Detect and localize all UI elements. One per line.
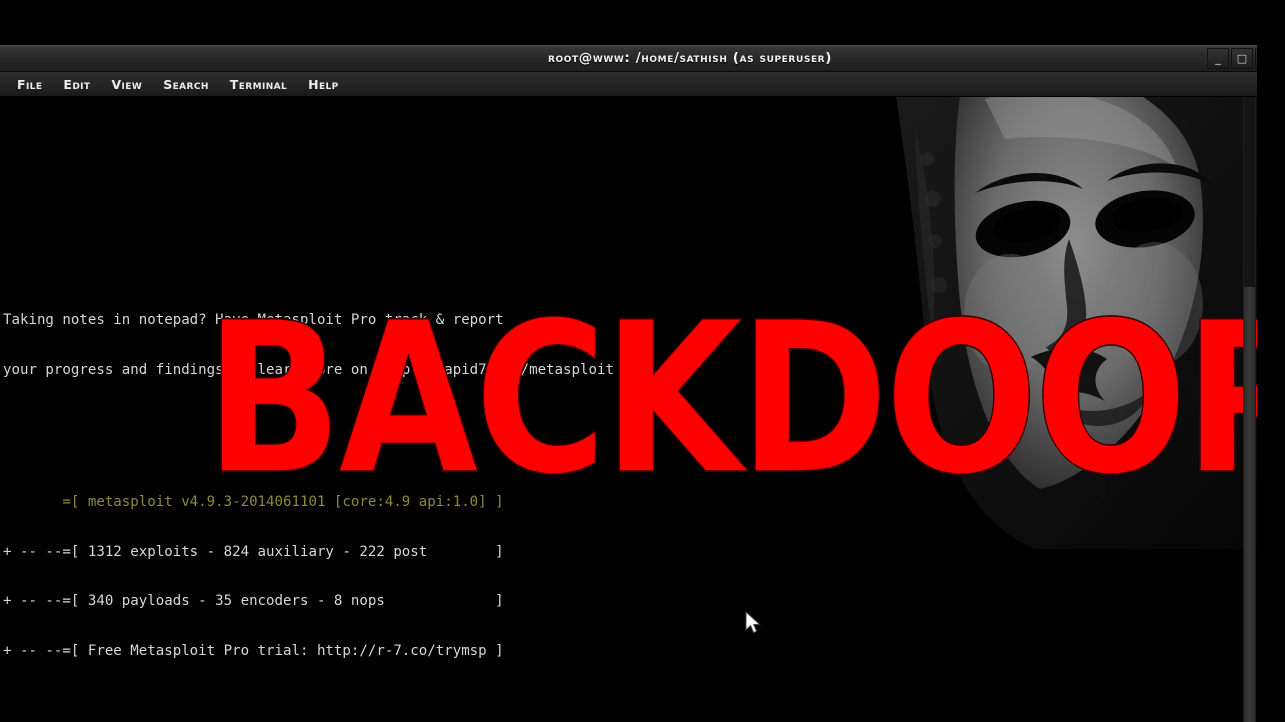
menu-item-file[interactable]: File xyxy=(8,75,51,94)
menu-item-help[interactable]: Help xyxy=(299,75,348,94)
backdoor-overlay-text: BACKDOOR xyxy=(205,277,1285,521)
banner-payloads: + -- --=[ 340 payloads - 35 encoders - 8… xyxy=(3,593,504,610)
menu-item-view[interactable]: View xyxy=(102,75,151,94)
menu-item-search[interactable]: Search xyxy=(154,75,218,94)
terminal-window: root@www: /home/sathish (as superuser) _… xyxy=(0,45,1285,722)
menubar: File Edit View Search Terminal Help xyxy=(0,72,1285,97)
vertical-scrollbar[interactable] xyxy=(1243,97,1256,722)
menu-item-edit[interactable]: Edit xyxy=(54,75,99,94)
scrollbar-thumb[interactable] xyxy=(1244,287,1255,722)
maximize-button[interactable]: □ xyxy=(1231,48,1253,69)
banner-exploits: + -- --=[ 1312 exploits - 824 auxiliary … xyxy=(3,543,504,560)
letterbox-top-bar xyxy=(0,0,1285,45)
window-title: root@www: /home/sathish (as superuser) xyxy=(547,50,832,66)
minimize-button[interactable]: _ xyxy=(1207,48,1229,69)
terminal-output-area[interactable]: Taking notes in notepad? Have Metasploit… xyxy=(0,97,1285,722)
banner-trial: + -- --=[ Free Metasploit Pro trial: htt… xyxy=(3,643,504,660)
menu-item-terminal[interactable]: Terminal xyxy=(221,75,296,94)
window-right-gutter xyxy=(1257,45,1285,722)
titlebar[interactable]: root@www: /home/sathish (as superuser) _… xyxy=(0,45,1285,72)
screen-root: root@www: /home/sathish (as superuser) _… xyxy=(0,0,1285,722)
